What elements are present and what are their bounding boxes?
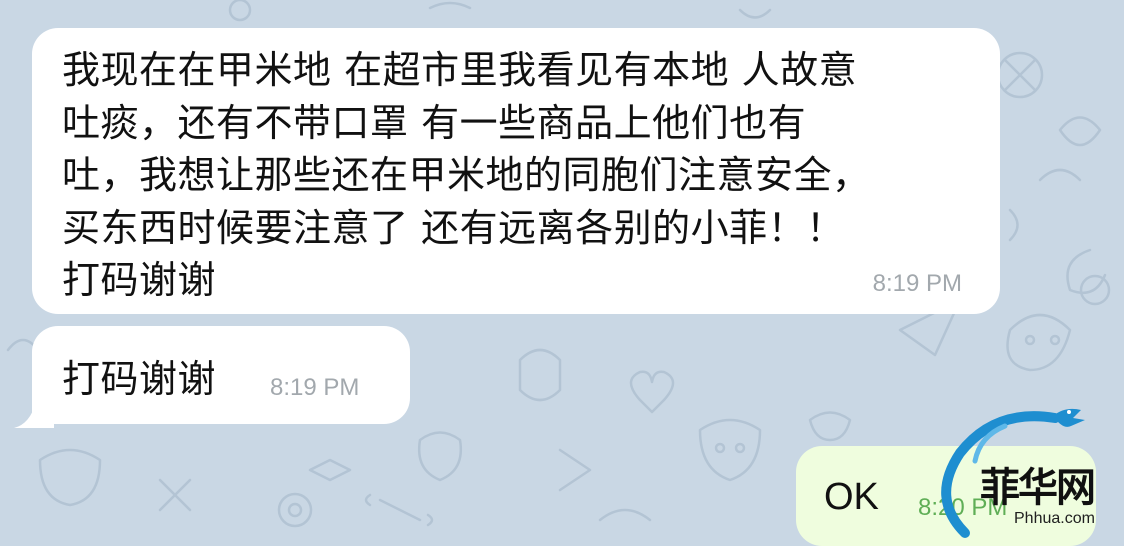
watermark-text: 菲华网	[980, 464, 1096, 511]
message-timestamp: 8:19 PM	[270, 374, 360, 401]
incoming-message-bubble[interactable]: 我现在在甲米地 在超市里我看见有本地 人故意 吐痰，还有不带口罩 有一些商品上他…	[32, 28, 1000, 314]
message-text: 我现在在甲米地 在超市里我看见有本地 人故意 吐痰，还有不带口罩 有一些商品上他…	[62, 48, 871, 302]
watermark-site: Phhua.com	[1014, 510, 1095, 527]
incoming-message-bubble[interactable]: 打码谢谢 8:19 PM	[32, 326, 410, 424]
message-text: OK	[824, 476, 879, 518]
message-timestamp: 8:19 PM	[872, 270, 962, 297]
message-text: 打码谢谢	[62, 357, 217, 401]
chat-screen: { "messages": [ { "direction": "incoming…	[0, 0, 1124, 546]
